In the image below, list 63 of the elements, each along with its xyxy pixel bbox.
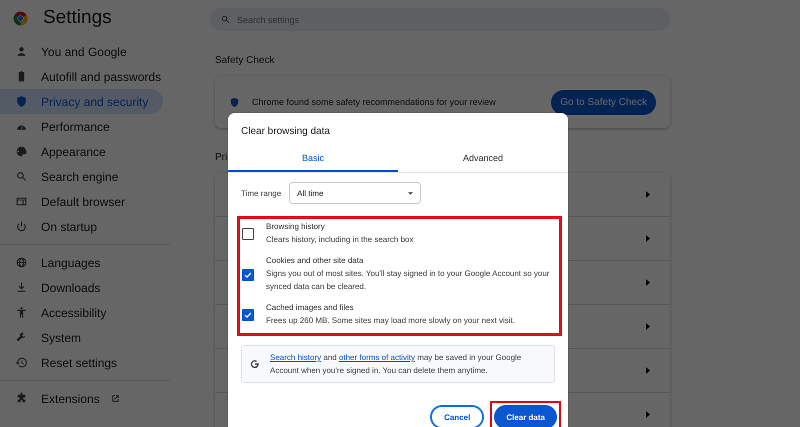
- download-icon: [15, 281, 28, 294]
- sidebar-item[interactable]: Languages: [0, 250, 163, 275]
- sidebar-item[interactable]: You and Google: [0, 39, 163, 64]
- settings-title: Settings: [43, 7, 112, 29]
- info-text: Search history and other forms of activity may be saved in your Google Account when you're signed in. You can delete them anytime.: [270, 352, 522, 377]
- power-icon: [15, 220, 28, 233]
- search-icon: [15, 170, 28, 183]
- go-to-safety-check-button[interactable]: Go to Safety Check: [551, 90, 656, 114]
- checkmark-icon: [243, 270, 253, 280]
- sidebar-item[interactable]: Extensions: [0, 386, 163, 411]
- person-icon: [15, 45, 28, 58]
- sidebar-item[interactable]: Privacy and security: [0, 89, 163, 114]
- browser-logo-icon: [13, 10, 28, 26]
- arrow-right-icon[interactable]: [646, 235, 650, 242]
- option-title: Cookies and other site data: [266, 256, 364, 265]
- checkbox[interactable]: [242, 228, 254, 240]
- section-heading: Safety Check: [215, 55, 274, 66]
- puzzle-icon: [15, 392, 28, 405]
- checkbox[interactable]: [242, 268, 254, 280]
- sidebar-item[interactable]: Reset settings: [0, 350, 163, 375]
- sidebar-item[interactable]: Autofill and passwords: [0, 64, 163, 89]
- sidebar-item[interactable]: Accessibility: [0, 300, 163, 325]
- option-description: Signs you out of most sites. You'll stay signed in to your Google Account so your synced data can be cleared.: [266, 268, 550, 293]
- clear-data-button[interactable]: Clear data: [494, 405, 557, 427]
- wrench-icon: [15, 331, 28, 344]
- tab[interactable]: Advanced: [398, 147, 568, 172]
- search-icon: [220, 14, 231, 25]
- arrow-right-icon[interactable]: [646, 191, 650, 198]
- history-icon: [15, 356, 28, 369]
- arrow-right-icon[interactable]: [646, 367, 650, 374]
- option-description: Clears history, including in the search box: [266, 234, 414, 246]
- browser-icon: [15, 195, 28, 208]
- checkmark-icon: [243, 310, 253, 320]
- checkbox[interactable]: [242, 309, 254, 321]
- palette-icon: [15, 145, 28, 158]
- section-heading: Pri: [215, 152, 228, 163]
- accessibility-icon: [15, 306, 28, 319]
- option-title: Browsing history: [266, 222, 326, 231]
- safety-message: Chrome found some safety recommendations for your review: [252, 97, 497, 107]
- arrow-right-icon[interactable]: [646, 411, 650, 418]
- sidebar-item[interactable]: Downloads: [0, 275, 163, 300]
- caret-icon: [408, 192, 414, 194]
- cancel-button[interactable]: Cancel: [430, 405, 484, 427]
- time-range-dropdown[interactable]: All time: [289, 182, 422, 204]
- sidebar-item[interactable]: Performance: [0, 114, 163, 139]
- option-title: Cached images and files: [266, 303, 355, 312]
- sidebar-item[interactable]: Search engine: [0, 164, 163, 189]
- arrow-right-icon[interactable]: [646, 279, 650, 286]
- globe-icon: [15, 256, 28, 269]
- sidebar-item[interactable]: On startup: [0, 214, 163, 239]
- shield-icon: [229, 96, 240, 108]
- sidebar-item[interactable]: Appearance: [0, 139, 163, 164]
- tab[interactable]: Basic: [228, 147, 398, 172]
- option-description: Frees up 260 MB. Some sites may load more slowly on your next visit.: [266, 315, 515, 327]
- sidebar-item[interactable]: System: [0, 325, 163, 350]
- activity-link[interactable]: other forms of activity: [338, 353, 415, 362]
- dialog-title: Clear browsing data: [240, 125, 331, 139]
- search-history-link[interactable]: Search history: [270, 353, 322, 362]
- time-range-label: Time range: [241, 188, 282, 198]
- shield-icon: [15, 95, 28, 108]
- sidebar-item[interactable]: Default browser: [0, 189, 163, 214]
- arrow-right-icon[interactable]: [646, 323, 650, 330]
- g-logo-icon: [250, 359, 260, 369]
